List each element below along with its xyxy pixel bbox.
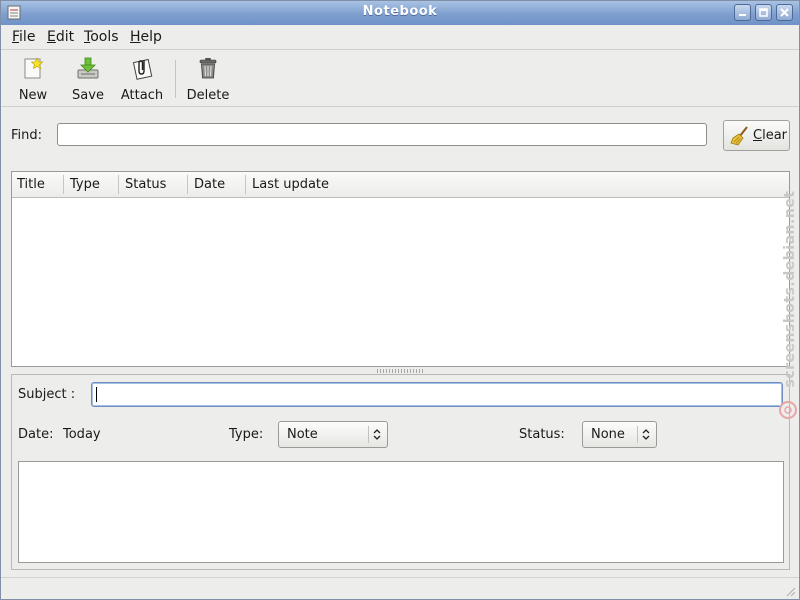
attach-button[interactable]: Attach	[117, 56, 167, 103]
watermark: screenshots.debian.net	[778, 185, 798, 425]
status-bar	[1, 577, 799, 600]
menu-edit[interactable]: Edit	[47, 29, 74, 45]
close-icon	[780, 8, 789, 17]
clear-label-rest: lear	[762, 128, 787, 143]
note-body-textarea[interactable]	[18, 461, 784, 563]
save-icon	[77, 57, 99, 79]
new-button-label: New	[18, 88, 48, 103]
minimize-icon	[739, 14, 746, 16]
clear-mnemonic: C	[753, 128, 763, 143]
menu-bar: File Edit Tools Help	[1, 25, 799, 49]
spinner-arrows-icon	[637, 426, 654, 443]
attach-button-label: Attach	[120, 88, 164, 103]
close-button[interactable]	[776, 4, 793, 21]
delete-button-label: Delete	[186, 88, 230, 103]
maximize-icon	[759, 8, 768, 17]
menu-help-mnemonic: H	[130, 29, 141, 45]
maximize-button[interactable]	[755, 4, 772, 21]
new-button[interactable]: New	[8, 56, 58, 103]
window-title: Notebook	[362, 4, 438, 19]
broom-icon	[730, 126, 748, 146]
clear-button-label: Clear	[753, 128, 787, 143]
date-label: Date:	[18, 427, 54, 442]
column-separator	[118, 175, 119, 194]
toolbar-separator	[1, 106, 799, 107]
watermark-text: screenshots.debian.net	[782, 190, 798, 388]
save-button[interactable]: Save	[63, 56, 113, 103]
column-date[interactable]: Date	[194, 177, 225, 192]
list-header: Title Type Status Date Last update	[12, 172, 789, 198]
column-separator	[245, 175, 246, 194]
column-status[interactable]: Status	[125, 177, 166, 192]
notes-list[interactable]: Title Type Status Date Last update	[11, 171, 790, 367]
minimize-button[interactable]	[734, 4, 751, 21]
status-dropdown-value: None	[591, 427, 625, 442]
new-note-icon	[24, 57, 44, 79]
menu-help[interactable]: Help	[130, 29, 162, 45]
text-cursor	[96, 387, 97, 402]
resize-grip-icon[interactable]	[784, 585, 796, 597]
column-separator	[187, 175, 188, 194]
type-label: Type:	[229, 427, 264, 442]
application-window: Notebook File Edit Tools Help New Save A…	[0, 0, 800, 600]
save-button-label: Save	[72, 88, 104, 103]
find-label: Find:	[11, 128, 43, 143]
watermark-logo-icon	[779, 401, 797, 419]
menu-edit-mnemonic: E	[47, 29, 56, 45]
column-separator	[63, 175, 64, 194]
spinner-arrows-icon	[368, 426, 385, 443]
find-input[interactable]	[57, 123, 707, 146]
status-dropdown[interactable]: None	[582, 421, 657, 448]
pane-splitter-handle[interactable]	[377, 369, 425, 373]
menu-edit-label: dit	[55, 29, 75, 45]
subject-label: Subject :	[18, 387, 76, 402]
delete-button[interactable]: Delete	[183, 56, 233, 103]
date-value: Today	[63, 427, 101, 442]
menu-file[interactable]: File	[12, 29, 35, 45]
type-dropdown[interactable]: Note	[278, 421, 388, 448]
title-bar[interactable]: Notebook	[1, 1, 799, 25]
menu-file-label: ile	[19, 29, 36, 45]
subject-input[interactable]	[91, 382, 783, 407]
column-last-update[interactable]: Last update	[252, 177, 329, 192]
trash-icon	[199, 58, 217, 79]
paperclip-icon	[132, 58, 153, 80]
menu-file-mnemonic: F	[12, 29, 20, 45]
clear-button[interactable]: Clear	[723, 120, 790, 151]
column-type[interactable]: Type	[70, 177, 100, 192]
toolbar: New Save Attach Delete	[1, 50, 799, 106]
menu-tools-label: ools	[90, 29, 119, 45]
column-title[interactable]: Title	[17, 177, 45, 192]
menu-tools[interactable]: Tools	[84, 29, 119, 45]
menu-help-label: elp	[140, 29, 162, 45]
toolbar-divider	[175, 60, 176, 98]
type-dropdown-value: Note	[287, 427, 318, 442]
status-label: Status:	[519, 427, 565, 442]
